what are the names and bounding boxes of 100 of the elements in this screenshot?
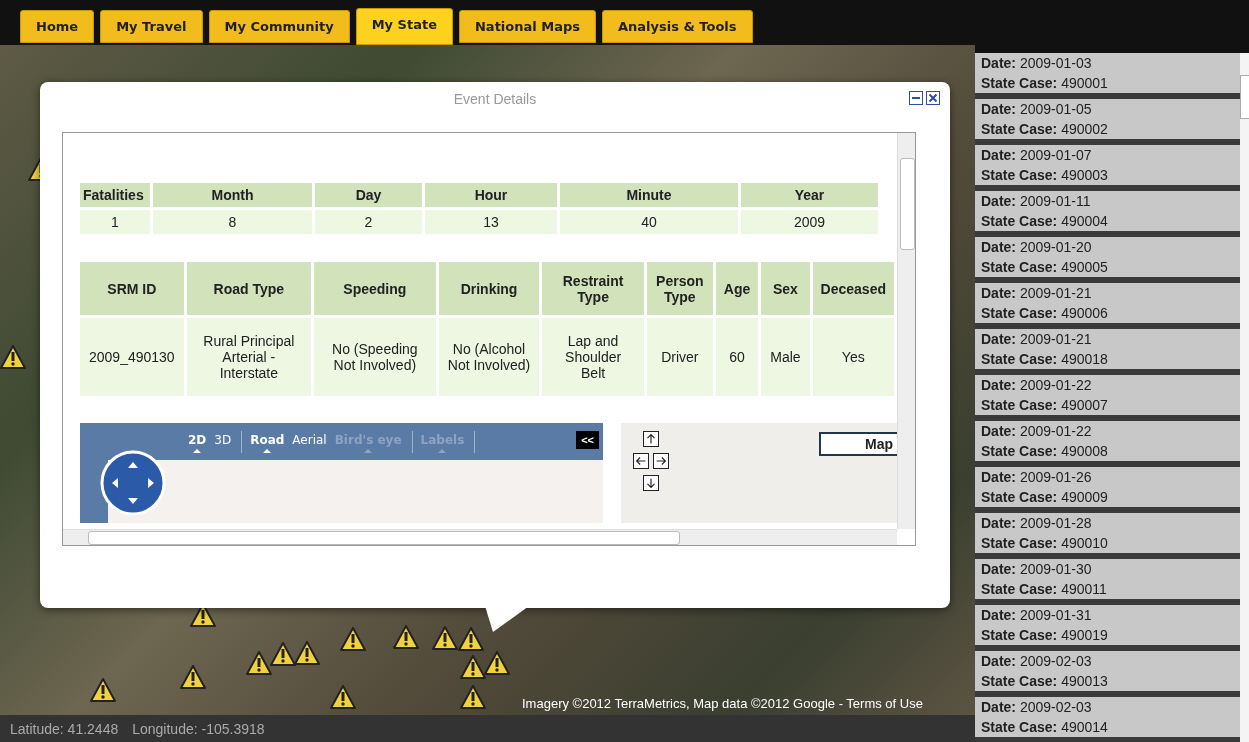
compass-icon[interactable]	[100, 450, 166, 516]
warning-marker-icon[interactable]	[246, 651, 272, 675]
case-number: State Case: 490013	[981, 671, 1109, 691]
minimize-icon[interactable]	[909, 91, 923, 105]
column-header: Minute	[560, 183, 738, 207]
table-cell: Lap and Shoulder Belt	[542, 318, 644, 396]
case-number: State Case: 490018	[981, 349, 1109, 369]
case-number: State Case: 490008	[981, 441, 1109, 461]
map-mode-tab[interactable]: 3D	[212, 430, 234, 453]
case-list-item[interactable]: Date: 2009-01-26 State Case: 490009	[975, 467, 1240, 513]
case-list-item[interactable]: Date: 2009-01-11 State Case: 490004	[975, 191, 1240, 237]
case-number: State Case: 490001	[981, 73, 1109, 93]
warning-marker-icon[interactable]	[270, 642, 296, 666]
table-cell: 2	[315, 210, 422, 234]
satellite-map[interactable]	[0, 45, 975, 715]
column-header: Fatalities	[80, 183, 150, 207]
column-header: Month	[153, 183, 312, 207]
table-cell: 2009	[741, 210, 878, 234]
column-header: Day	[315, 183, 422, 207]
table-cell: Male	[761, 318, 810, 396]
case-date: Date: 2009-01-22	[981, 376, 1093, 395]
nav-tab[interactable]: My Travel	[100, 10, 203, 43]
nav-tab[interactable]: Home	[20, 10, 95, 43]
case-list-item[interactable]: Date: 2009-01-22 State Case: 490007	[975, 375, 1240, 421]
warning-marker-icon[interactable]	[90, 678, 116, 702]
case-list-item[interactable]: Date: 2009-02-03 State Case: 490014	[975, 697, 1240, 742]
pan-arrow-button[interactable]	[653, 453, 669, 469]
case-date: Date: 2009-01-21	[981, 284, 1093, 303]
warning-marker-icon[interactable]	[484, 651, 510, 675]
case-number: State Case: 490010	[981, 533, 1109, 553]
warning-marker-icon[interactable]	[460, 655, 486, 679]
warning-marker-icon[interactable]	[393, 625, 419, 649]
map-mode-tab[interactable]: Aerial	[290, 430, 329, 453]
map-mode-tab[interactable]: Road	[248, 430, 287, 453]
table-cell: No (Alcohol Not Involved)	[438, 318, 540, 396]
case-date: Date: 2009-01-30	[981, 560, 1093, 579]
arrow-icon	[644, 432, 658, 446]
case-list-item[interactable]: Date: 2009-01-03 State Case: 490001	[975, 53, 1240, 99]
case-date: Date: 2009-01-26	[981, 468, 1093, 487]
pan-arrow-button[interactable]	[643, 431, 659, 447]
nav-tab[interactable]: National Maps	[459, 10, 596, 43]
case-number: State Case: 490011	[981, 579, 1108, 599]
arrow-icon	[654, 454, 668, 468]
case-date: Date: 2009-01-31	[981, 606, 1093, 625]
case-list-item[interactable]: Date: 2009-02-03 State Case: 490013	[975, 651, 1240, 697]
warning-marker-icon[interactable]	[0, 345, 26, 369]
case-date: Date: 2009-01-07	[981, 146, 1093, 165]
collapse-button[interactable]: <<	[576, 431, 599, 449]
case-list-item[interactable]: Date: 2009-01-20 State Case: 490005	[975, 237, 1240, 283]
case-number: State Case: 490003	[981, 165, 1109, 185]
case-list-item[interactable]: Date: 2009-01-21 State Case: 490018	[975, 329, 1240, 375]
case-number: State Case: 490004	[981, 211, 1109, 231]
column-header: Drinking	[438, 262, 540, 315]
warning-marker-icon[interactable]	[330, 685, 356, 709]
case-list-item[interactable]: Date: 2009-01-22 State Case: 490008	[975, 421, 1240, 467]
vertical-scrollbar[interactable]	[897, 133, 915, 529]
column-header: Age	[715, 262, 759, 315]
table-cell: 1	[80, 210, 150, 234]
case-list-item[interactable]: Date: 2009-01-07 State Case: 490003	[975, 145, 1240, 191]
warning-marker-icon[interactable]	[432, 626, 458, 650]
case-date: Date: 2009-01-11	[981, 192, 1092, 211]
list-scrollbar[interactable]	[1240, 53, 1249, 742]
column-header: Speeding	[313, 262, 436, 315]
nav-tab[interactable]: My Community	[208, 10, 350, 43]
arrow-icon	[634, 454, 648, 468]
pan-arrow-button[interactable]	[633, 453, 649, 469]
close-icon[interactable]	[926, 91, 940, 105]
warning-marker-icon[interactable]	[294, 641, 320, 665]
warning-marker-icon[interactable]	[458, 627, 484, 651]
case-date: Date: 2009-01-22	[981, 422, 1093, 441]
column-header: Sex	[761, 262, 810, 315]
latitude-text: Latitude: 41.2448	[10, 720, 119, 737]
case-list-item[interactable]: Date: 2009-01-30 State Case: 490011	[975, 559, 1240, 605]
pan-arrow-button[interactable]	[643, 475, 659, 491]
case-list-item[interactable]: Date: 2009-01-21 State Case: 490006	[975, 283, 1240, 329]
warning-marker-icon[interactable]	[340, 627, 366, 651]
map-type-button[interactable]: Map	[819, 432, 897, 456]
case-date: Date: 2009-01-03	[981, 54, 1093, 73]
case-date: Date: 2009-02-03	[981, 698, 1093, 717]
popup-pointer	[485, 606, 529, 632]
warning-marker-icon[interactable]	[180, 665, 206, 689]
column-header: Road Type	[186, 262, 311, 315]
longitude-text: Longitude: -105.3918	[132, 720, 265, 737]
case-date: Date: 2009-01-05	[981, 100, 1093, 119]
case-number: State Case: 490005	[981, 257, 1109, 277]
arrow-icon	[644, 476, 658, 490]
column-header: Hour	[425, 183, 557, 207]
table-cell: Driver	[646, 318, 713, 396]
map-mode-tab[interactable]: 2D	[186, 430, 209, 453]
case-list-item[interactable]: Date: 2009-01-31 State Case: 490019	[975, 605, 1240, 651]
warning-marker-icon[interactable]	[460, 685, 486, 709]
map-attribution: Imagery ©2012 TerraMetrics, Map data ©2012 Google - Terms of Use	[522, 696, 923, 711]
case-list-item[interactable]: Date: 2009-01-05 State Case: 490002	[975, 99, 1240, 145]
case-list-item[interactable]: Date: 2009-01-28 State Case: 490010	[975, 513, 1240, 559]
nav-tab[interactable]: Analysis & Tools	[602, 10, 753, 43]
horizontal-scrollbar[interactable]	[63, 529, 897, 545]
nav-tab[interactable]: My State	[355, 8, 453, 45]
table-cell: 8	[153, 210, 312, 234]
case-number: State Case: 490002	[981, 119, 1109, 139]
terms-link[interactable]: Terms of Use	[846, 696, 923, 711]
